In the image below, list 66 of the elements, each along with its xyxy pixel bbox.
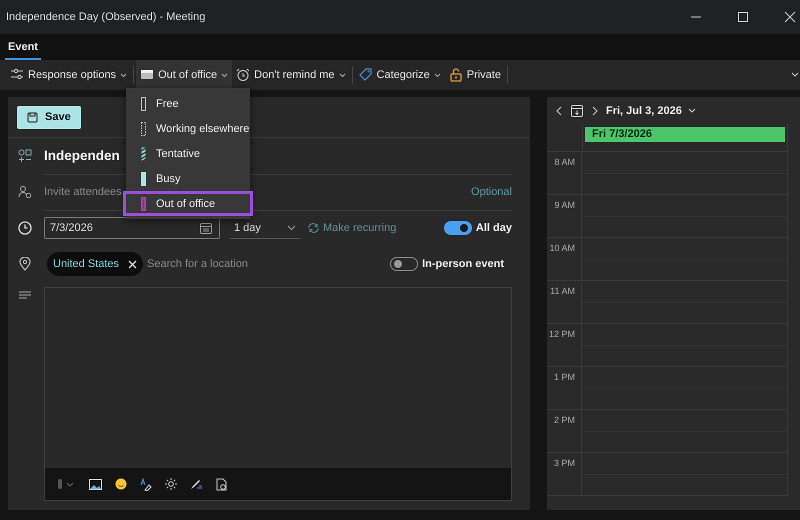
close-icon[interactable] [784, 11, 796, 23]
chevron-icon[interactable] [791, 72, 799, 78]
calendar-icon [140, 68, 154, 82]
time-label: 10 AM [549, 243, 575, 253]
time-label: 11 AM [550, 286, 575, 296]
next-icon[interactable] [591, 106, 598, 116]
toolbar-button[interactable]: Out of office [136, 60, 232, 90]
menu-item[interactable]: Tentative [126, 141, 250, 166]
status-pattern-icon [141, 122, 146, 136]
format-painter-icon[interactable] [140, 478, 152, 490]
attendees-field[interactable]: Invite attendees [44, 186, 122, 198]
tag-icon [358, 68, 373, 82]
save-button[interactable]: Save [17, 106, 81, 128]
sliders-icon [10, 68, 24, 82]
previous-icon[interactable] [556, 106, 563, 116]
toolbar-button[interactable]: Private [444, 60, 505, 90]
category-icon [18, 149, 32, 163]
notes-icon [18, 291, 32, 301]
make-recurring-button[interactable]: Make recurring [308, 222, 396, 234]
pen-icon[interactable] [190, 478, 203, 490]
time-label: 1 PM [554, 372, 575, 382]
status-pattern-icon [141, 172, 146, 186]
maximize-icon[interactable] [737, 11, 749, 23]
toggle-label: All day [476, 222, 512, 234]
people-icon [18, 185, 32, 199]
event-title[interactable]: Independen [44, 148, 120, 163]
alarm-clock-icon [236, 68, 250, 82]
clock-icon [18, 221, 32, 235]
status-pattern-icon [141, 196, 146, 210]
date-picker[interactable]: Fri, Jul 3, 2026 [606, 104, 696, 116]
window-title: Independence Day (Observed) - Meeting [6, 11, 206, 23]
time-label: 2 PM [554, 415, 575, 425]
toolbar-button[interactable]: Categorize [354, 60, 445, 90]
toggle-switch[interactable] [390, 257, 418, 271]
menu-item[interactable]: Out of office [123, 191, 253, 216]
sun-icon[interactable] [165, 478, 177, 490]
remove-icon[interactable] [128, 260, 138, 268]
chevron-icon [688, 108, 696, 114]
toggle-switch[interactable] [444, 221, 472, 235]
attach-icon[interactable] [56, 478, 76, 490]
menu-item[interactable]: Free [126, 91, 250, 116]
image-icon[interactable] [89, 478, 102, 490]
save-icon [27, 112, 38, 122]
repeat-icon [308, 223, 319, 233]
time-label: 9 AM [554, 200, 575, 210]
chevron-icon [287, 224, 296, 230]
location-field[interactable]: Search for a location [147, 258, 248, 270]
optional-link[interactable]: Optional [471, 186, 512, 198]
today-icon[interactable] [571, 104, 583, 116]
all-day-event[interactable]: Fri 7/3/2026 [585, 127, 785, 142]
location-chip[interactable]: United States [47, 252, 144, 276]
menu-item[interactable]: Busy [126, 166, 250, 191]
status-pattern-icon [141, 146, 146, 160]
menu-item[interactable]: Working elsewhere [126, 116, 250, 141]
document-icon[interactable] [216, 478, 227, 490]
toolbar-button[interactable]: Response options [6, 60, 132, 90]
time-label: 3 PM [554, 458, 575, 468]
calendar-icon[interactable] [200, 222, 212, 234]
time-label: 8 AM [554, 157, 575, 167]
time-label: 12 PM [548, 329, 575, 339]
emoji-icon[interactable] [115, 478, 127, 490]
toolbar-button[interactable]: Don't remind me [232, 60, 350, 90]
toggle-label: In-person event [422, 258, 504, 270]
padlock-icon [448, 68, 463, 82]
status-pattern-icon [141, 96, 146, 110]
location-icon [18, 257, 32, 271]
